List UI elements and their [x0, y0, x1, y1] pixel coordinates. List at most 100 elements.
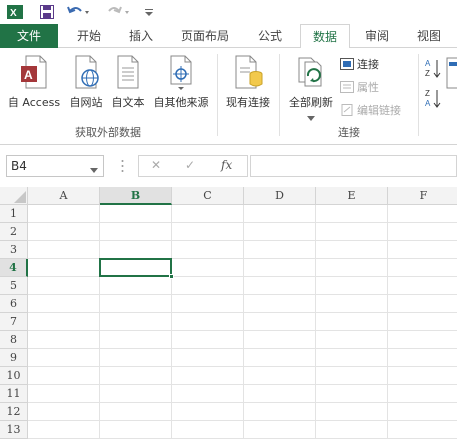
- undo-icon[interactable]: [66, 3, 92, 21]
- fill-handle[interactable]: [169, 274, 174, 279]
- name-box-dropdown-icon[interactable]: [90, 163, 98, 177]
- cell-f3[interactable]: [388, 241, 457, 259]
- save-icon[interactable]: [38, 3, 56, 21]
- cell-d1[interactable]: [244, 205, 316, 223]
- cell-b13[interactable]: [100, 421, 172, 439]
- cell-d9[interactable]: [244, 349, 316, 367]
- cell-e10[interactable]: [316, 367, 388, 385]
- cell-b5[interactable]: [100, 277, 172, 295]
- cell-e3[interactable]: [316, 241, 388, 259]
- cell-b10[interactable]: [100, 367, 172, 385]
- cell-a8[interactable]: [28, 331, 100, 349]
- tab-insert[interactable]: 插入: [118, 24, 164, 48]
- cell-a1[interactable]: [28, 205, 100, 223]
- tab-file[interactable]: 文件: [0, 24, 58, 48]
- worksheet-grid[interactable]: A B C D E F 1 2 3 4 5 6 7 8 9 10 11 12 13: [0, 187, 457, 439]
- cell-a5[interactable]: [28, 277, 100, 295]
- row-header-9[interactable]: 9: [0, 349, 28, 367]
- formula-bar-grip-icon[interactable]: [121, 159, 124, 176]
- cell-a9[interactable]: [28, 349, 100, 367]
- connections-button[interactable]: 连接: [340, 56, 379, 72]
- cell-c5[interactable]: [172, 277, 244, 295]
- row-header-10[interactable]: 10: [0, 367, 28, 385]
- cell-c7[interactable]: [172, 313, 244, 331]
- row-header-13[interactable]: 13: [0, 421, 28, 439]
- cell-c4[interactable]: [172, 259, 244, 277]
- column-header-f[interactable]: F: [388, 187, 457, 205]
- cell-a11[interactable]: [28, 385, 100, 403]
- cell-a12[interactable]: [28, 403, 100, 421]
- row-header-6[interactable]: 6: [0, 295, 28, 313]
- cancel-entry-button[interactable]: ✕: [151, 158, 161, 172]
- cell-a2[interactable]: [28, 223, 100, 241]
- cell-a13[interactable]: [28, 421, 100, 439]
- tab-page-layout[interactable]: 页面布局: [172, 24, 238, 48]
- cell-d7[interactable]: [244, 313, 316, 331]
- cell-d12[interactable]: [244, 403, 316, 421]
- cell-b9[interactable]: [100, 349, 172, 367]
- redo-icon[interactable]: [106, 3, 132, 21]
- cell-e13[interactable]: [316, 421, 388, 439]
- row-header-8[interactable]: 8: [0, 331, 28, 349]
- cell-a7[interactable]: [28, 313, 100, 331]
- cell-e7[interactable]: [316, 313, 388, 331]
- cell-b8[interactable]: [100, 331, 172, 349]
- formula-input[interactable]: [250, 155, 457, 177]
- cell-a3[interactable]: [28, 241, 100, 259]
- refresh-all-button[interactable]: 全部刷新: [283, 54, 339, 125]
- tab-review[interactable]: 审阅: [354, 24, 400, 48]
- cell-d6[interactable]: [244, 295, 316, 313]
- sort-button[interactable]: [446, 54, 457, 97]
- tab-data[interactable]: 数据: [300, 24, 350, 49]
- row-header-2[interactable]: 2: [0, 223, 28, 241]
- cell-e11[interactable]: [316, 385, 388, 403]
- cell-b12[interactable]: [100, 403, 172, 421]
- cell-c11[interactable]: [172, 385, 244, 403]
- cell-f11[interactable]: [388, 385, 457, 403]
- column-header-e[interactable]: E: [316, 187, 388, 205]
- edit-links-button[interactable]: 编辑链接: [340, 102, 401, 118]
- tab-home[interactable]: 开始: [66, 24, 112, 48]
- column-header-b[interactable]: B: [100, 187, 172, 205]
- cell-f13[interactable]: [388, 421, 457, 439]
- tab-formulas[interactable]: 公式: [246, 24, 294, 48]
- insert-function-button[interactable]: fx: [221, 158, 232, 172]
- column-header-c[interactable]: C: [172, 187, 244, 205]
- cell-a4[interactable]: [28, 259, 100, 277]
- cell-e9[interactable]: [316, 349, 388, 367]
- cell-c3[interactable]: [172, 241, 244, 259]
- cell-f10[interactable]: [388, 367, 457, 385]
- cell-e1[interactable]: [316, 205, 388, 223]
- cell-e2[interactable]: [316, 223, 388, 241]
- confirm-entry-button[interactable]: ✓: [185, 158, 195, 172]
- cell-d8[interactable]: [244, 331, 316, 349]
- cell-b6[interactable]: [100, 295, 172, 313]
- cell-d11[interactable]: [244, 385, 316, 403]
- row-header-1[interactable]: 1: [0, 205, 28, 223]
- cell-d10[interactable]: [244, 367, 316, 385]
- column-header-d[interactable]: D: [244, 187, 316, 205]
- cell-a6[interactable]: [28, 295, 100, 313]
- cell-f6[interactable]: [388, 295, 457, 313]
- from-other-sources-button[interactable]: 自其他来源: [150, 54, 212, 110]
- cell-f1[interactable]: [388, 205, 457, 223]
- cell-e12[interactable]: [316, 403, 388, 421]
- cell-b3[interactable]: [100, 241, 172, 259]
- cell-c13[interactable]: [172, 421, 244, 439]
- cell-d4[interactable]: [244, 259, 316, 277]
- cell-b11[interactable]: [100, 385, 172, 403]
- cell-d3[interactable]: [244, 241, 316, 259]
- cell-f9[interactable]: [388, 349, 457, 367]
- from-access-button[interactable]: A 自 Access: [4, 54, 64, 110]
- cell-b2[interactable]: [100, 223, 172, 241]
- cell-b1[interactable]: [100, 205, 172, 223]
- cell-f4[interactable]: [388, 259, 457, 277]
- cell-f2[interactable]: [388, 223, 457, 241]
- cell-e4[interactable]: [316, 259, 388, 277]
- cell-e6[interactable]: [316, 295, 388, 313]
- cell-c9[interactable]: [172, 349, 244, 367]
- column-header-a[interactable]: A: [28, 187, 100, 205]
- cell-f12[interactable]: [388, 403, 457, 421]
- cell-c2[interactable]: [172, 223, 244, 241]
- cell-d5[interactable]: [244, 277, 316, 295]
